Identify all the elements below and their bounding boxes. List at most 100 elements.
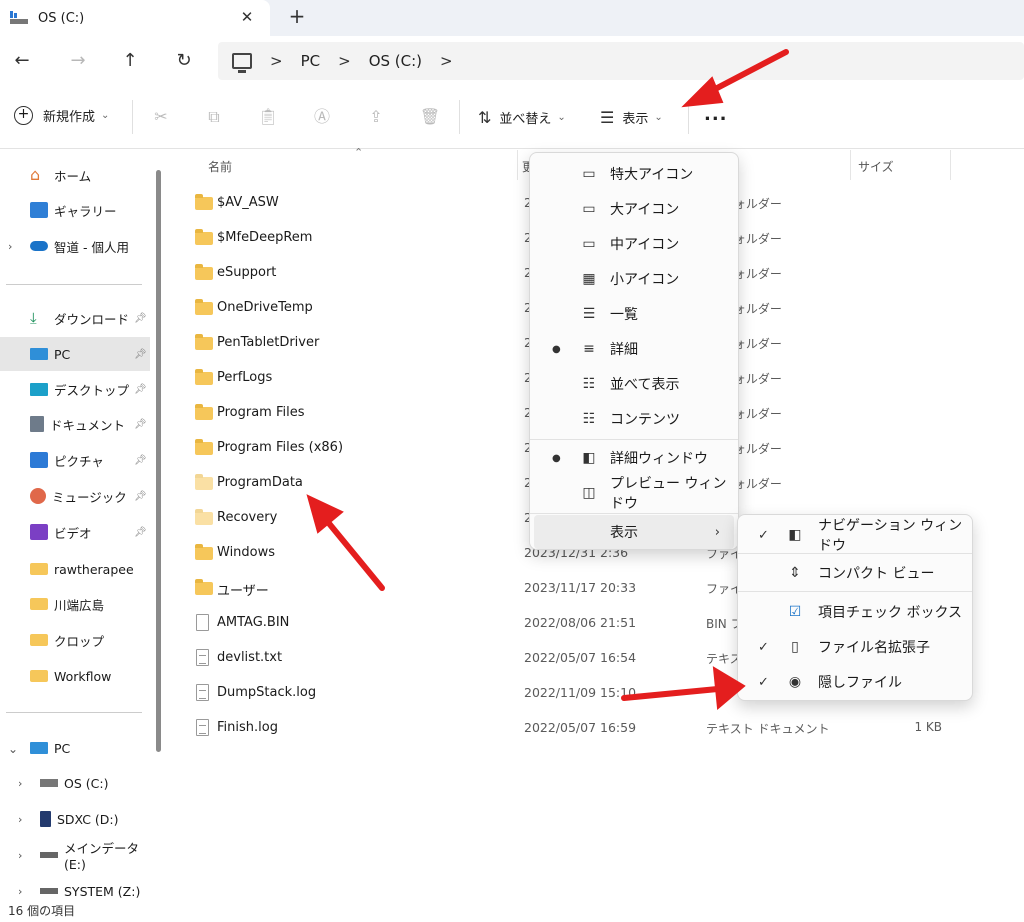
sidebar-item-downloads[interactable]: ⤓ ダウンロード 📌︎ [0,301,150,335]
menu-item-tiles[interactable]: ☷ 並べて表示 [534,367,734,401]
column-header-name[interactable]: 名前 [208,158,232,175]
new-label: 新規作成 [43,110,96,125]
sidebar-item-desktop[interactable]: デスクトップ 📌︎ [0,372,150,406]
sort-button[interactable]: ⇅ 並べ替え ⌄ [478,106,566,128]
sidebar-divider [6,712,142,713]
menu-item-file-extensions[interactable]: ✓ ▯ ファイル名拡張子 [742,630,970,664]
menu-item-medium-icons[interactable]: ▭ 中アイコン [534,227,734,261]
menu-item-preview-pane[interactable]: ◫ プレビュー ウィンドウ [534,476,734,512]
file-name: Windows [217,545,276,560]
file-type: テキスト ドキュメント [706,722,830,736]
sidebar-item-documents[interactable]: ドキュメント 📌︎ [0,407,150,441]
sidebar-item-label: ギャラリー [54,203,117,219]
paste-icon[interactable]: 📋︎ [257,106,279,128]
column-divider[interactable] [517,150,518,180]
cut-icon[interactable]: ✂ [150,106,172,128]
pin-icon[interactable]: 📌︎ [134,491,147,502]
check-icon: ✓ [758,527,769,543]
menu-item-small-icons[interactable]: ▦ 小アイコン [534,262,734,296]
address-bar[interactable]: > PC > OS (C:) > [218,42,1024,80]
monitor-icon: ▭ [582,201,596,217]
breadcrumb-pc[interactable]: PC [301,52,321,70]
chevron-right-icon: › [714,524,720,540]
folder-icon [30,670,48,682]
sidebar-item-rawtherapee[interactable]: rawtherapee [0,552,150,586]
refresh-button[interactable]: ↻ [172,49,196,73]
sidebar-item-music[interactable]: ミュージック 📌︎ [0,479,150,513]
sidebar-item-pictures[interactable]: ピクチャ 📌︎ [0,443,150,477]
sidebar-item-drive-z[interactable]: SYSTEM (Z:) [0,874,150,902]
forward-button[interactable]: → [66,49,90,73]
menu-item-details[interactable]: ● ≡ 詳細 [534,332,734,366]
picture-icon [30,452,48,468]
menu-item-navigation-pane[interactable]: ✓ ◧ ナビゲーション ウィンドウ [742,518,970,554]
new-tab-button[interactable]: + [287,6,307,26]
column-header-size[interactable]: サイズ [858,158,894,175]
menu-item-item-checkboxes[interactable]: ☑ 項目チェック ボックス [742,595,970,629]
menu-item-label: 一覧 [610,307,638,323]
column-divider[interactable] [850,150,851,180]
file-size: 1 KB [914,720,942,734]
sidebar-item-pc[interactable]: PC 📌︎ [0,337,150,371]
folder-icon [195,509,213,525]
menu-item-content[interactable]: ☷ コンテンツ [534,402,734,436]
sidebar-item-label: PC [54,346,71,362]
menu-item-list[interactable]: ☰ 一覧 [534,297,734,331]
menu-item-label: ナビゲーション ウィンドウ [818,518,963,554]
rename-icon[interactable]: Ⓐ [311,106,333,128]
details-icon: ≡ [583,341,595,357]
menu-item-compact-view[interactable]: ⇕ コンパクト ビュー [742,556,970,590]
sort-icon: ⇅ [478,107,492,127]
sidebar-item-gallery[interactable]: ギャラリー [0,193,150,227]
checkbox-icon: ☑ [788,604,802,620]
pin-icon[interactable]: 📌︎ [134,349,147,360]
pin-icon[interactable]: 📌︎ [134,419,147,430]
folder-icon [195,439,213,455]
pin-icon[interactable]: 📌︎ [134,527,147,538]
status-bar: 16 個の項目 [0,902,1024,922]
drive-icon [40,888,58,894]
view-button[interactable]: ☰ 表示 ⌄ [600,106,663,128]
sidebar-item-drive-e[interactable]: メインデータ (E:) [0,838,150,872]
pin-icon[interactable]: 📌︎ [134,384,147,395]
menu-item-extra-large-icons[interactable]: ▭ 特大アイコン [534,157,734,191]
sidebar-item-kawabata[interactable]: 川端広島 [0,587,150,621]
sidebar-scrollbar[interactable] [156,170,161,752]
sidebar-item-workflow[interactable]: Workflow [0,659,150,693]
sidebar-item-drive-d[interactable]: SDXC (D:) [0,802,150,836]
menu-item-details-pane[interactable]: ● ◧ 詳細ウィンドウ [534,441,734,475]
new-button[interactable]: + 新規作成 ⌄ [14,106,109,125]
breadcrumb-separator: > [270,52,283,70]
pin-icon[interactable]: 📌︎ [134,313,147,324]
tab-os-c[interactable]: OS (C:) ✕ [0,0,270,36]
delete-icon[interactable]: 🗑︎ [419,106,441,128]
sidebar-item-onedrive[interactable]: 智道 - 個人用 [0,229,150,263]
sidebar-item-drive-c[interactable]: OS (C:) [0,766,150,800]
sidebar-item-label: rawtherapee [54,561,134,577]
navigation-pane: ⌂ ホーム ギャラリー › 智道 - 個人用 ⤓ ダウンロード 📌︎ PC 📌︎… [0,150,165,902]
menu-item-label: プレビュー ウィンドウ [610,476,727,512]
sidebar-item-crop[interactable]: クロップ [0,623,150,657]
menu-item-label: 詳細 [610,342,638,358]
menu-item-hidden-files[interactable]: ✓ ◉ 隠しファイル [742,665,970,699]
grid-icon: ▦ [582,271,596,287]
sidebar-item-label: ビデオ [54,525,92,541]
menu-item-large-icons[interactable]: ▭ 大アイコン [534,192,734,226]
pin-icon[interactable]: 📌︎ [134,455,147,466]
file-name: Recovery [217,510,278,525]
sidebar-divider [6,284,142,285]
up-button[interactable]: ↑ [118,49,142,73]
file-row[interactable]: Finish.log 2022/05/07 16:59 テキスト ドキュメント 1 K… [172,711,1024,746]
share-icon[interactable]: ⇪ [365,106,387,128]
back-button[interactable]: ← [10,49,34,73]
copy-icon[interactable]: ⧉ [203,106,225,128]
eye-icon: ◉ [788,674,802,690]
sidebar-item-home[interactable]: ⌂ ホーム [0,158,150,192]
menu-item-show[interactable]: 表示 › [534,515,734,549]
more-options-button[interactable]: ... [704,104,728,125]
sidebar-item-videos[interactable]: ビデオ 📌︎ [0,515,150,549]
sidebar-item-pc-root[interactable]: PC [0,731,150,765]
column-divider[interactable] [950,150,951,180]
breadcrumb-os-c[interactable]: OS (C:) [369,52,422,70]
close-icon[interactable]: ✕ [238,8,256,26]
